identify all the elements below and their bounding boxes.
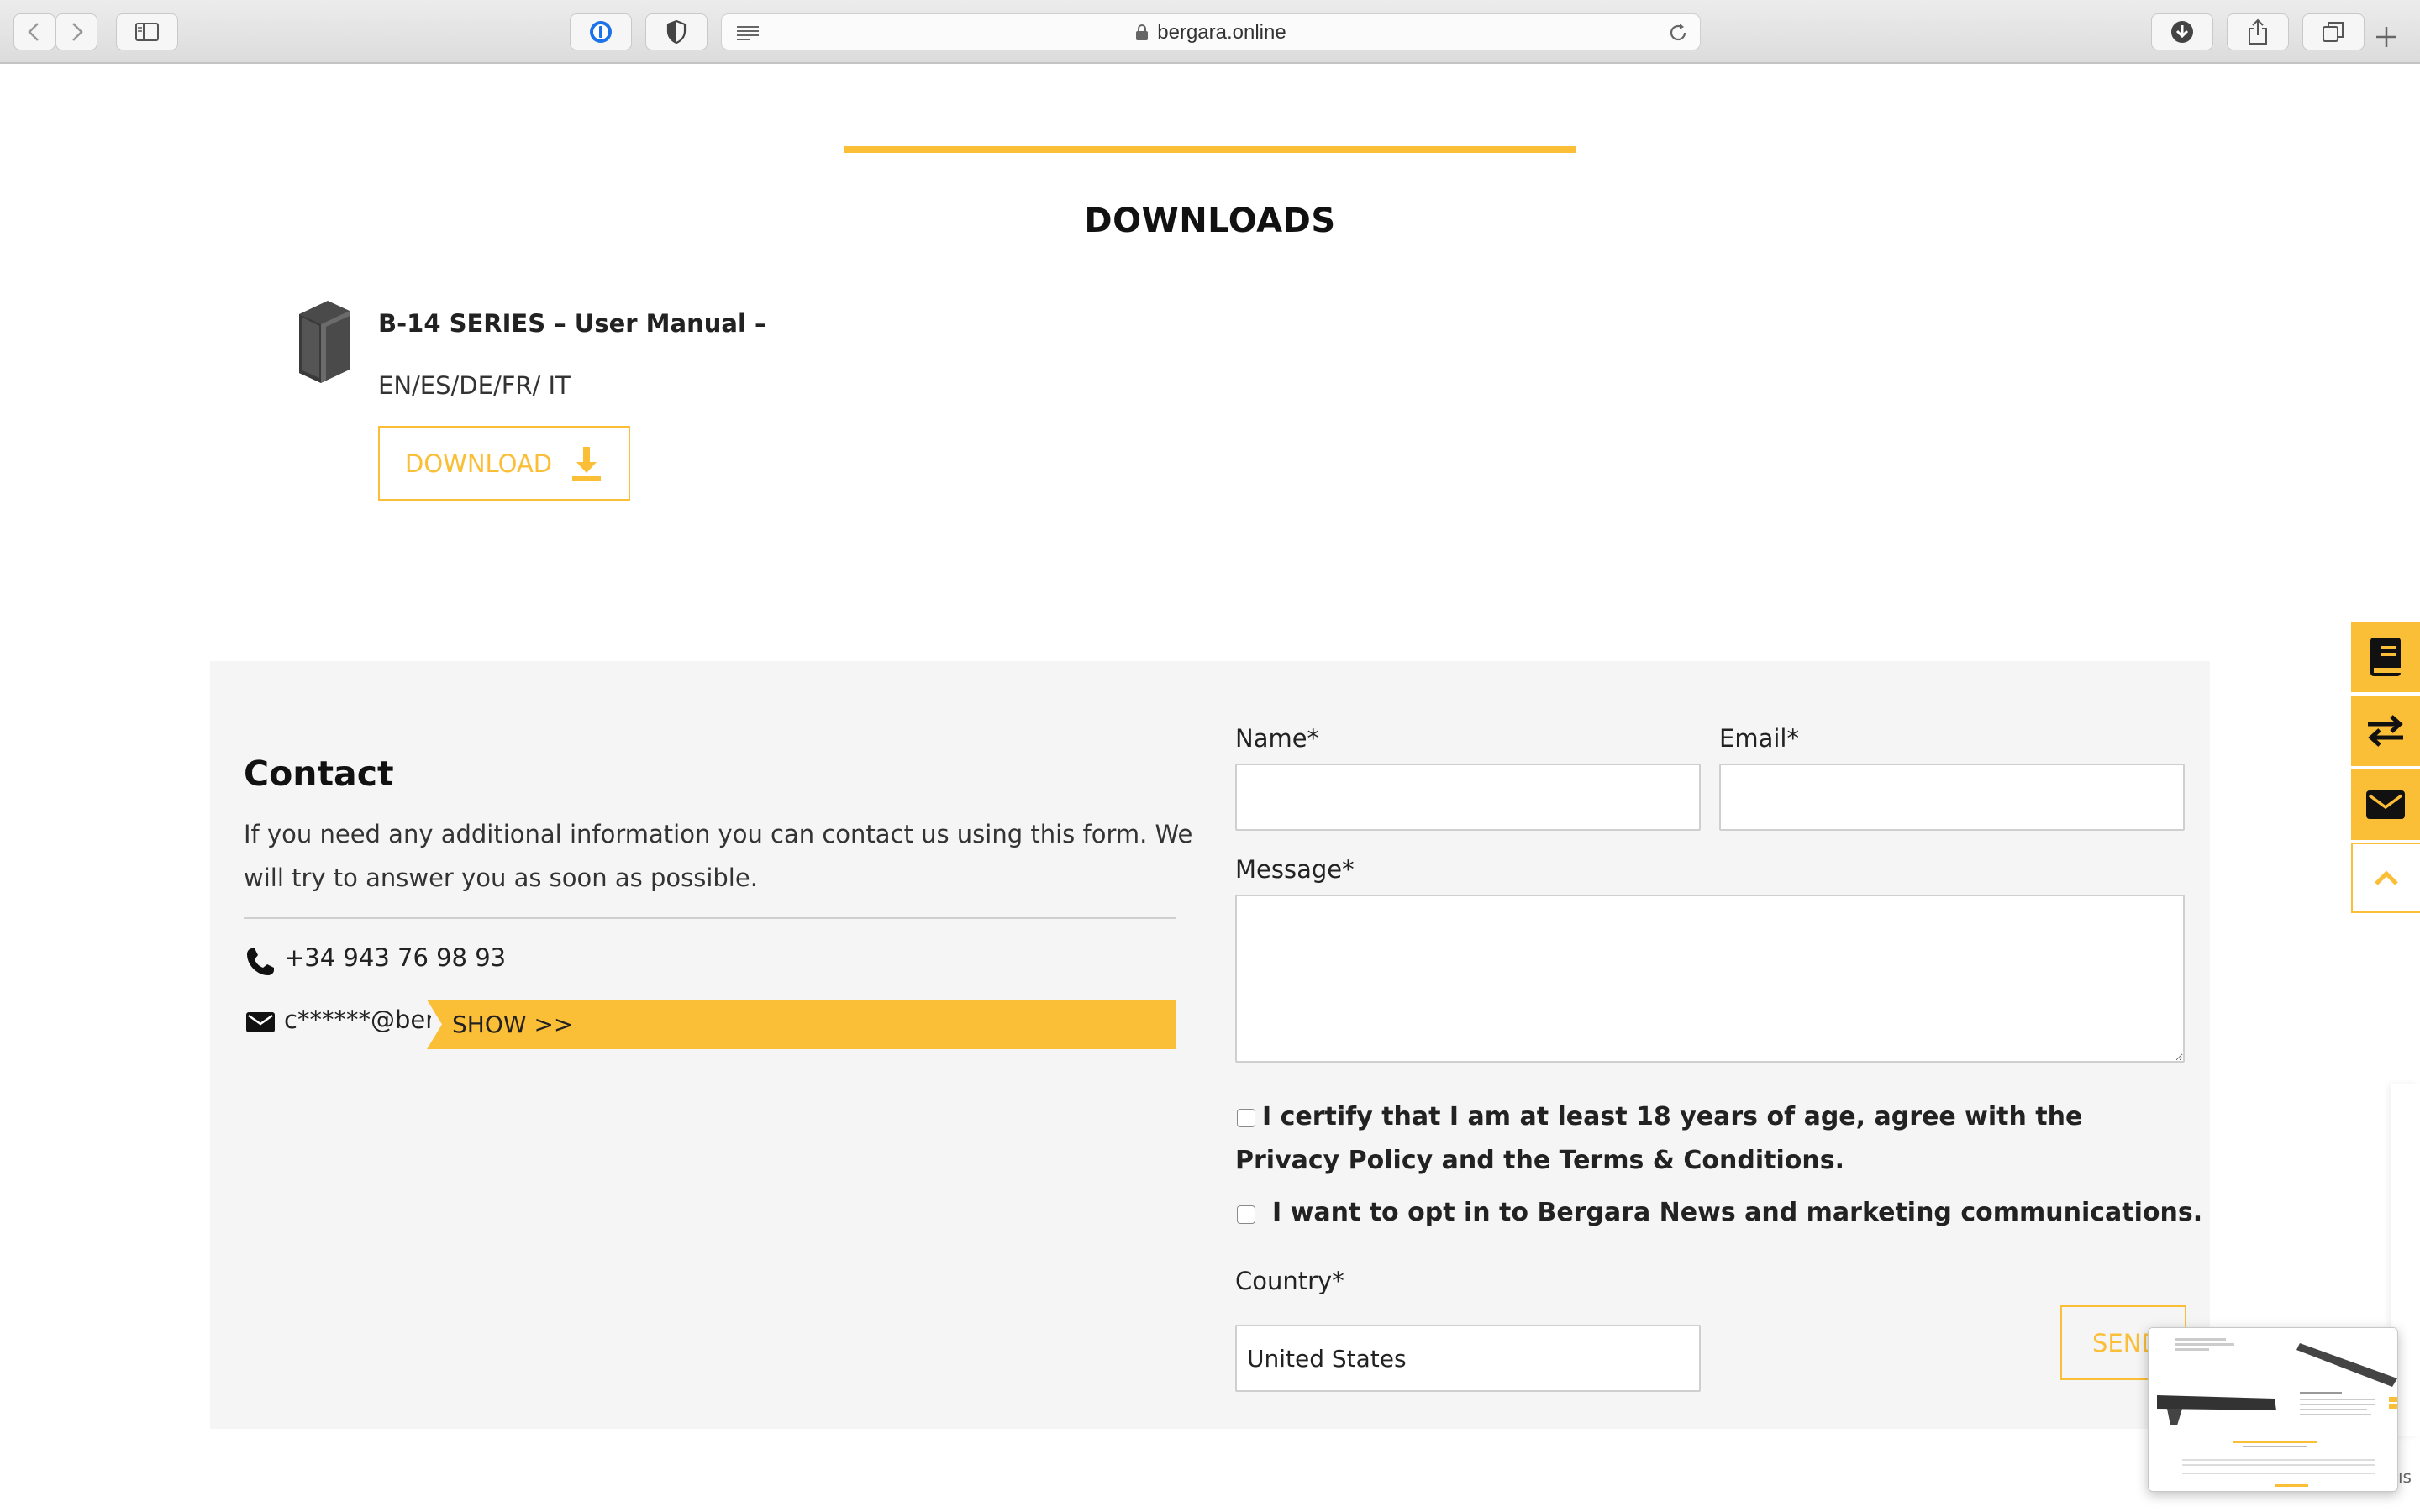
url-display: bergara.online (722, 14, 1700, 51)
back-button[interactable] (13, 13, 55, 50)
download-arrow-icon (572, 446, 602, 481)
side-contact-button[interactable] (2351, 769, 2420, 840)
message-field[interactable] (1235, 895, 2185, 1063)
forward-button[interactable] (55, 13, 97, 50)
name-field[interactable] (1235, 764, 1701, 831)
compare-icon (2368, 715, 2403, 747)
email-label: Email* (1719, 724, 1799, 753)
url-text: bergara.online (1157, 21, 1286, 44)
side-manual-button[interactable] (2351, 622, 2420, 692)
download-button-label: DOWNLOAD (405, 449, 553, 478)
back-to-top-button[interactable] (2351, 843, 2420, 913)
download-item-languages: EN/ES/DE/FR/ IT (378, 371, 571, 400)
lock-icon (1136, 24, 1149, 40)
contact-divider (244, 917, 1176, 919)
share-button[interactable] (2227, 13, 2289, 50)
side-compare-button[interactable] (2351, 696, 2420, 766)
reload-icon[interactable] (1668, 23, 1688, 43)
section-divider-bar (844, 146, 1576, 153)
country-select[interactable]: United States (1235, 1325, 1701, 1392)
downloads-button[interactable] (2151, 13, 2213, 50)
share-icon (2249, 18, 2267, 45)
name-label: Name* (1235, 724, 1320, 753)
contact-phone: +34 943 76 98 93 (284, 943, 507, 972)
password-manager-button[interactable] (570, 13, 632, 50)
address-bar[interactable]: bergara.online (721, 13, 1701, 50)
book-icon (299, 301, 350, 383)
show-email-button[interactable]: SHOW >> (427, 1000, 1176, 1049)
forward-icon (72, 23, 83, 41)
envelope-icon (2366, 790, 2405, 819)
shield-icon (666, 19, 687, 45)
download-button[interactable]: DOWNLOAD (378, 426, 630, 501)
optin-checkbox[interactable] (1237, 1205, 1255, 1224)
thumbnail-edge-text: ıs (2398, 1467, 2412, 1487)
sidebar-icon (135, 23, 159, 41)
contact-description: If you need any additional information y… (244, 820, 1193, 892)
contact-title: Contact (244, 753, 394, 794)
tabs-overview-button[interactable] (2302, 13, 2365, 50)
downloads-icon (2171, 21, 2193, 43)
tabs-icon (2323, 22, 2344, 42)
email-field[interactable] (1719, 764, 2185, 831)
contact-section: Contact If you need any additional infor… (210, 661, 2210, 1429)
chevron-up-icon (2375, 870, 2398, 885)
phone-icon (247, 948, 274, 975)
optin-text: I want to opt in to Bergara News and mar… (1272, 1198, 2203, 1227)
country-label: Country* (1235, 1267, 1344, 1295)
browser-toolbar: bergara.online (0, 0, 2420, 64)
screenshot-thumbnail[interactable] (2148, 1327, 2398, 1492)
back-icon (28, 23, 39, 41)
message-label: Message* (1235, 855, 1355, 884)
certify-text: I certify that I am at least 18 years of… (1235, 1102, 2083, 1175)
new-tab-icon[interactable] (2375, 25, 2398, 49)
sidebar-button[interactable] (116, 13, 178, 50)
download-item-title: B-14 SERIES – User Manual – (378, 309, 767, 338)
password-icon (590, 21, 612, 43)
manual-icon (2370, 638, 2401, 676)
contact-email: c******@bergara.online (284, 1005, 431, 1034)
downloads-title: DOWNLOADS (1084, 202, 1336, 240)
mail-icon (246, 1012, 275, 1032)
privacy-shield-button[interactable] (645, 13, 708, 50)
thumbnail-preview-image (2149, 1328, 2397, 1491)
